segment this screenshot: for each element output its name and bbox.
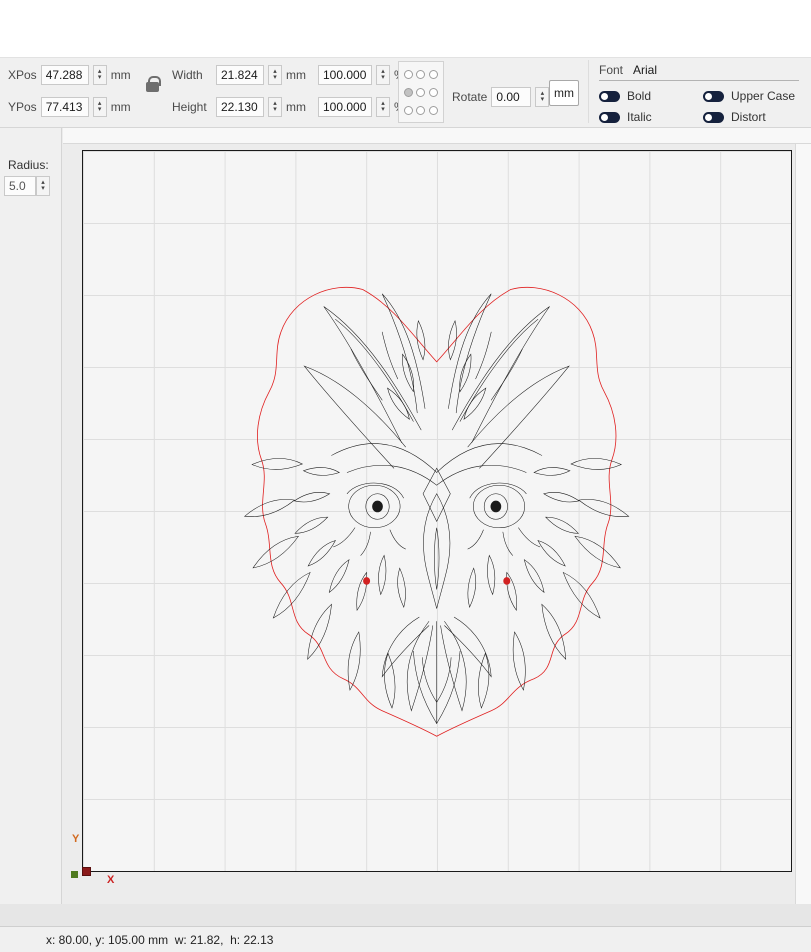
color-palette (0, 904, 811, 926)
width-percent-input[interactable]: 100.000 (318, 65, 372, 85)
anchor-top-center[interactable] (416, 70, 425, 79)
y-axis-label: Y (72, 833, 79, 845)
font-label: Font (599, 63, 623, 77)
spin-down-icon: ▾ (273, 107, 277, 113)
main-toolbar (0, 24, 811, 58)
units-button[interactable]: mm (549, 80, 579, 106)
anchor-point-selector[interactable] (398, 61, 444, 123)
upper-case-toggle[interactable]: Upper Case (703, 89, 799, 103)
height-percent-stepper[interactable]: ▴▾ (376, 97, 390, 117)
height-percent-input[interactable]: 100.000 (318, 97, 372, 117)
distort-toggle[interactable]: Distort (703, 110, 799, 124)
height-unit: mm (286, 100, 306, 114)
spin-down-icon: ▾ (273, 75, 277, 81)
origin-marker-green (71, 871, 78, 878)
properties-bar: XPos 47.288 ▴▾ mm YPos 77.413 ▴▾ mm Widt… (0, 58, 811, 128)
width-stepper[interactable]: ▴▾ (268, 65, 282, 85)
drawing-canvas[interactable]: Y X (82, 150, 792, 872)
rotate-stepper[interactable]: ▴▾ (535, 87, 549, 107)
height-group: Height 22.130 ▴▾ mm 100.000 ▴▾ % (172, 96, 405, 118)
height-label: Height (172, 100, 212, 114)
anchor-bottom-right[interactable] (429, 106, 438, 115)
drawing-viewport: Y X (63, 128, 811, 904)
spin-down-icon: ▾ (41, 186, 45, 192)
radius-stepper[interactable]: ▴▾ (36, 176, 50, 196)
spin-down-icon: ▾ (98, 75, 102, 81)
menu-bar (0, 0, 811, 24)
toggle-switch-icon (599, 91, 620, 102)
italic-toggle[interactable]: Italic (599, 110, 695, 124)
canvas-area: Y X (63, 144, 795, 904)
app-window: XPos 47.288 ▴▾ mm YPos 77.413 ▴▾ mm Widt… (0, 0, 811, 952)
status-bar: x: 80.00, y: 105.00 mm w: 21.82, h: 22.1… (0, 926, 811, 952)
x-axis-label: X (107, 874, 114, 886)
rotate-label: Rotate (452, 90, 487, 104)
anchor-middle-center[interactable] (416, 88, 425, 97)
anchor-bottom-left[interactable] (404, 106, 413, 115)
xpos-group: XPos 47.288 ▴▾ mm (8, 64, 131, 86)
toggle-label: Italic (627, 110, 652, 124)
ruler-vertical (795, 144, 811, 904)
origin-marker-red (82, 867, 91, 876)
lock-aspect-icon[interactable] (146, 82, 159, 92)
radius-input[interactable]: 5.0 (4, 176, 36, 196)
ruler-horizontal (63, 128, 811, 144)
anchor-top-right[interactable] (429, 70, 438, 79)
xpos-stepper[interactable]: ▴▾ (93, 65, 107, 85)
ypos-group: YPos 77.413 ▴▾ mm (8, 96, 131, 118)
ypos-stepper[interactable]: ▴▾ (93, 97, 107, 117)
y-axis-labels (63, 144, 81, 884)
width-group: Width 21.824 ▴▾ mm 100.000 ▴▾ % (172, 64, 405, 86)
width-percent-stepper[interactable]: ▴▾ (376, 65, 390, 85)
workspace: Radius: 5.0 ▴▾ Y X (0, 128, 811, 904)
cursor-coordinates: x: 80.00, y: 105.00 mm w: 21.82, h: 22.1… (46, 933, 273, 947)
width-input[interactable]: 21.824 (216, 65, 264, 85)
anchor-top-left[interactable] (404, 70, 413, 79)
width-label: Width (172, 68, 212, 82)
toggle-label: Upper Case (731, 89, 795, 103)
spin-down-icon: ▾ (98, 107, 102, 113)
bold-toggle[interactable]: Bold (599, 89, 695, 103)
width-unit: mm (286, 68, 306, 82)
xpos-input[interactable]: 47.288 (41, 65, 89, 85)
radius-control: Radius: 5.0 ▴▾ (4, 158, 61, 196)
height-stepper[interactable]: ▴▾ (268, 97, 282, 117)
xpos-unit: mm (111, 68, 131, 82)
ypos-label: YPos (8, 100, 37, 114)
anchor-middle-left[interactable] (404, 88, 413, 97)
toggle-switch-icon (703, 91, 724, 102)
xpos-label: XPos (8, 68, 37, 82)
spin-down-icon: ▾ (381, 107, 385, 113)
tool-palette: Radius: 5.0 ▴▾ (0, 128, 62, 904)
rotate-group: Rotate 0.00 ▴▾ (452, 86, 549, 108)
rotate-input[interactable]: 0.00 (491, 87, 531, 107)
font-family-input[interactable]: Arial (633, 63, 657, 77)
spin-down-icon: ▾ (381, 75, 385, 81)
toggle-switch-icon (599, 112, 620, 123)
toggle-switch-icon (703, 112, 724, 123)
ypos-unit: mm (111, 100, 131, 114)
toggle-label: Distort (731, 110, 766, 124)
anchor-middle-right[interactable] (429, 88, 438, 97)
font-panel: Font Arial Bold Upper Case Italic Distor… (588, 60, 809, 123)
ypos-input[interactable]: 77.413 (41, 97, 89, 117)
radius-label: Radius: (8, 158, 61, 172)
owl-artwork[interactable] (242, 281, 631, 749)
anchor-bottom-center[interactable] (416, 106, 425, 115)
spin-down-icon: ▾ (541, 97, 545, 103)
toggle-label: Bold (627, 89, 651, 103)
height-input[interactable]: 22.130 (216, 97, 264, 117)
